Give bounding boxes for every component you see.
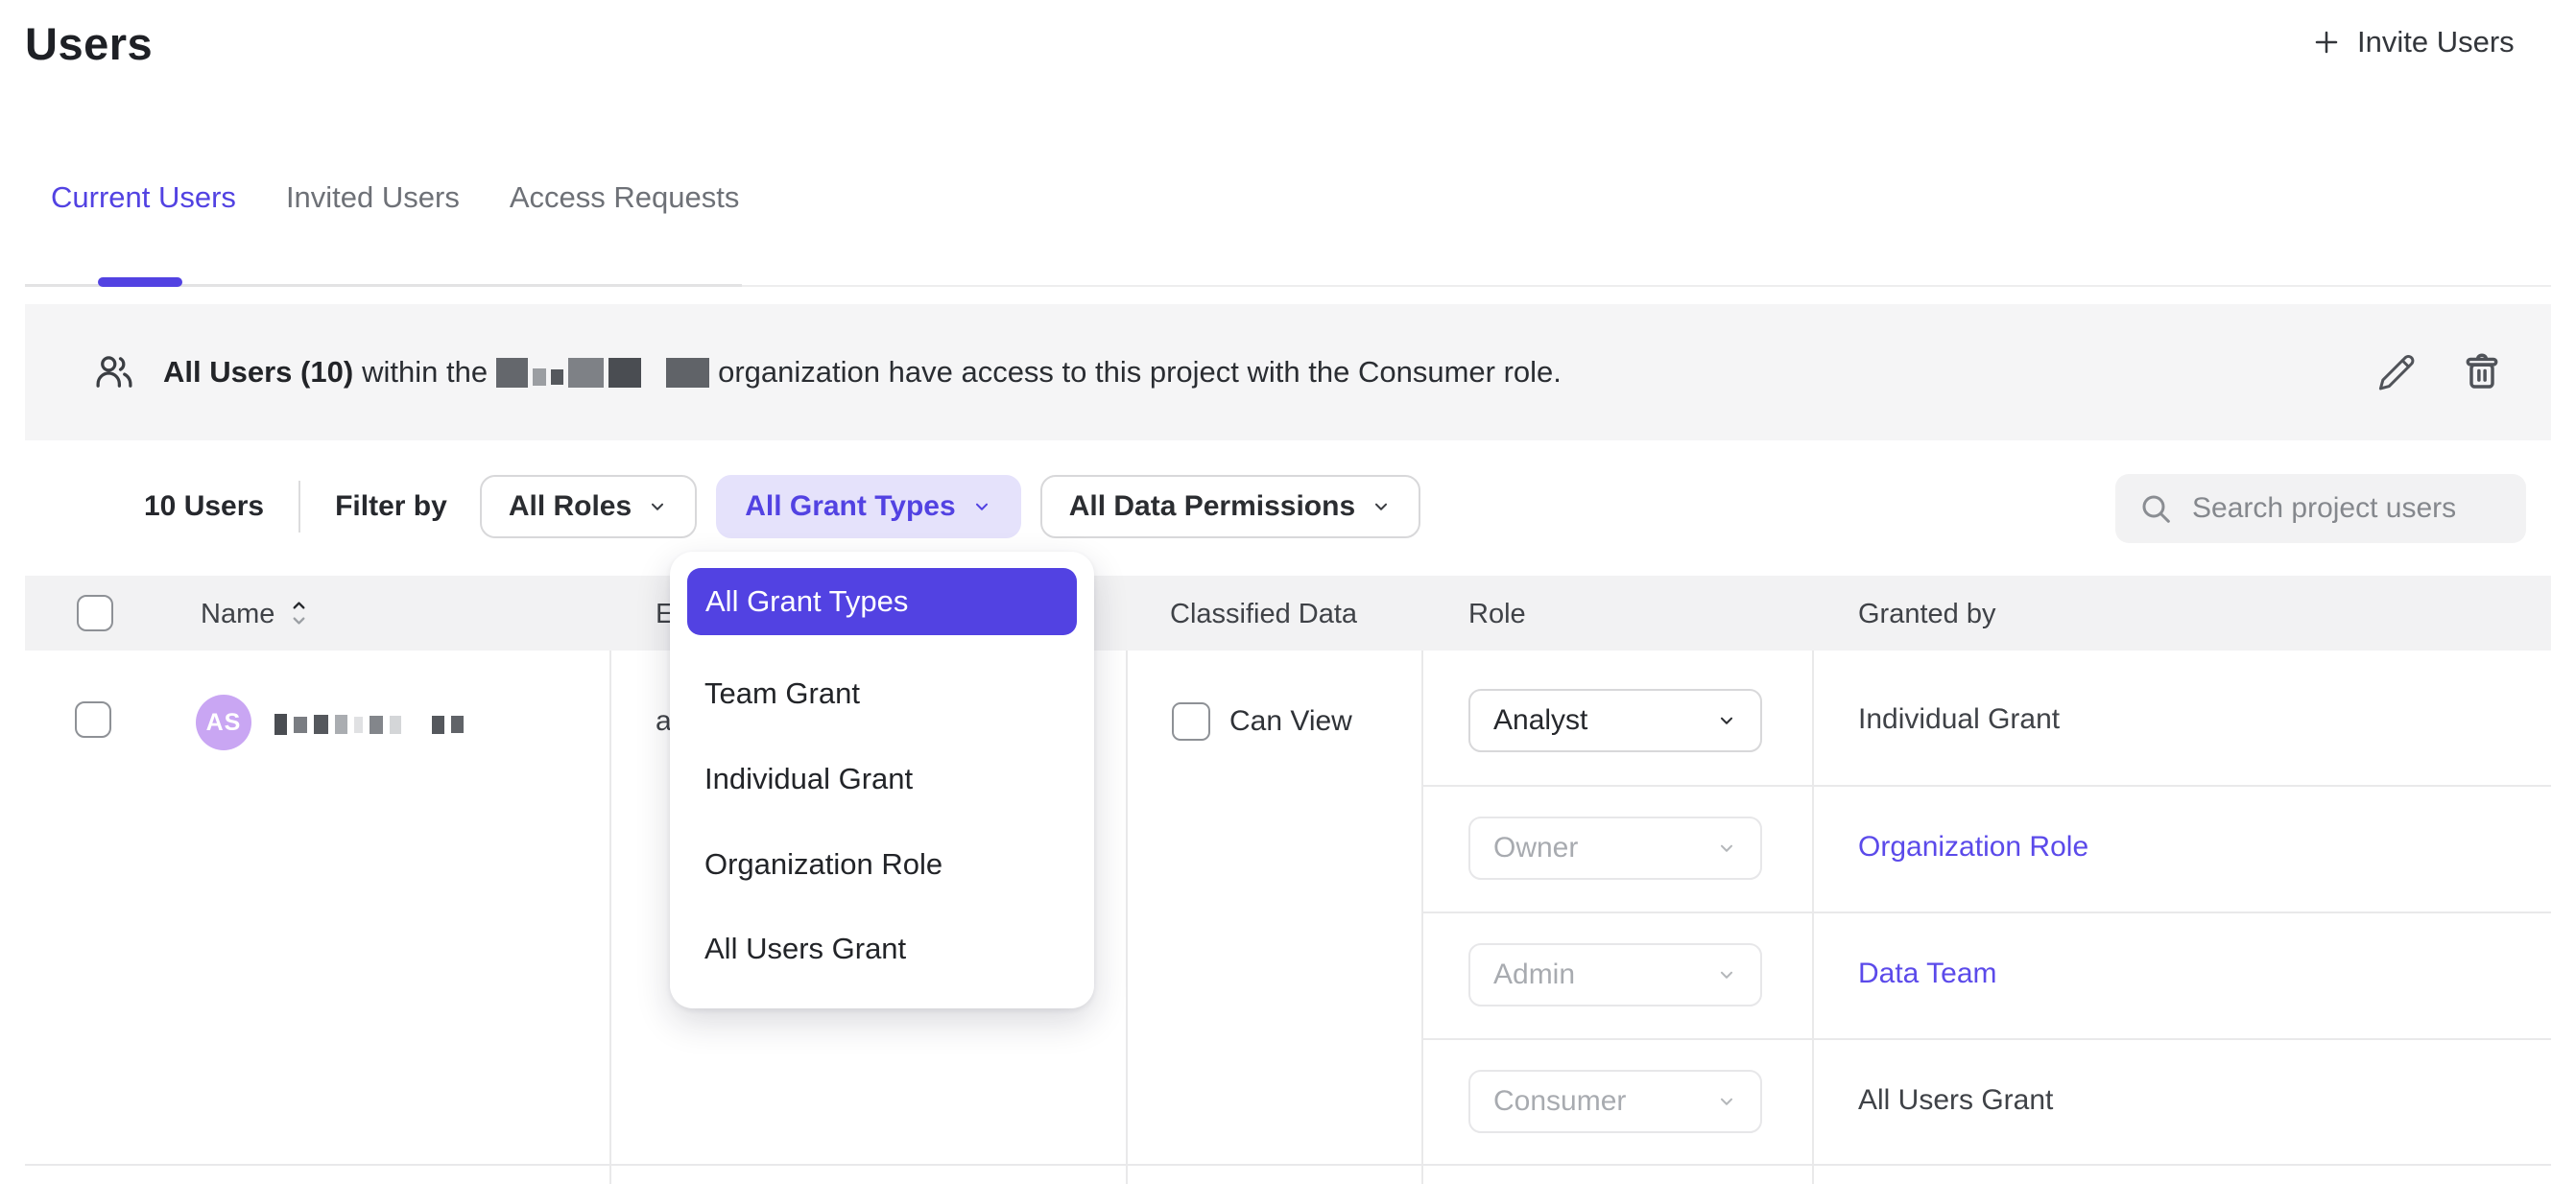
filter-divider: [298, 481, 300, 533]
role-select-admin[interactable]: Admin: [1468, 943, 1762, 1006]
avatar-initials: AS: [206, 709, 242, 737]
grant-row-separator: [1421, 912, 2551, 913]
tab-current-users[interactable]: Current Users: [51, 180, 236, 215]
menu-item-individual-grant[interactable]: Individual Grant: [704, 762, 913, 796]
pencil-icon: [2376, 352, 2417, 392]
redacted-organization-name: [496, 358, 709, 388]
edit-all-users-button[interactable]: [2371, 346, 2422, 398]
chevron-down-icon: [1716, 1091, 1737, 1112]
column-header-granted-by: Granted by: [1858, 599, 1995, 630]
all-roles-filter[interactable]: All Roles: [480, 475, 697, 538]
can-view-label: Can View: [1229, 705, 1352, 738]
avatar: AS: [196, 695, 251, 750]
search-project-users: [2115, 474, 2526, 543]
grant-row-separator: [1421, 785, 2551, 787]
page-title: Users: [25, 17, 153, 70]
role-select-value: Admin: [1493, 959, 1575, 991]
invite-users-button[interactable]: Invite Users: [2311, 25, 2515, 59]
tab-bar: Current Users Invited Users Access Reque…: [51, 180, 739, 215]
role-select-owner[interactable]: Owner: [1468, 817, 1762, 880]
banner-bold-text: All Users (10): [163, 355, 353, 390]
chevron-down-icon: [647, 496, 668, 517]
users-page: Users Invite Users Current Users Invited…: [0, 0, 2576, 1184]
invite-users-label: Invite Users: [2357, 25, 2515, 59]
trash-icon: [2461, 351, 2503, 393]
grant-row-separator: [1421, 1038, 2551, 1040]
grant-types-dropdown-menu: All Grant Types Team Grant Individual Gr…: [670, 552, 1094, 1008]
column-divider: [1812, 651, 1814, 1184]
user-count: 10 Users: [144, 490, 264, 523]
search-input[interactable]: [2192, 492, 2563, 525]
menu-item-team-grant[interactable]: Team Grant: [704, 676, 860, 711]
menu-item-all-grant-types[interactable]: All Grant Types: [687, 568, 1077, 635]
column-header-name: Name: [201, 599, 274, 630]
all-data-permissions-filter[interactable]: All Data Permissions: [1040, 475, 1420, 538]
chevron-down-icon: [1716, 964, 1737, 985]
granted-by-value: All Users Grant: [1858, 1084, 2053, 1117]
filter-row: 10 Users Filter by All Roles All Grant T…: [144, 472, 1420, 541]
menu-item-all-users-grant[interactable]: All Users Grant: [704, 932, 906, 966]
user-row-separator: [25, 1164, 2551, 1166]
users-icon: [92, 350, 136, 394]
all-data-permissions-label: All Data Permissions: [1069, 490, 1355, 523]
delete-all-users-button[interactable]: [2455, 345, 2509, 399]
role-select-consumer[interactable]: Consumer: [1468, 1070, 1762, 1133]
all-roles-label: All Roles: [509, 490, 632, 523]
role-select-value: Consumer: [1493, 1085, 1626, 1118]
role-select-value: Owner: [1493, 832, 1578, 864]
all-grant-types-label: All Grant Types: [745, 490, 956, 523]
chevron-down-icon: [1371, 496, 1392, 517]
column-divider: [609, 651, 611, 1184]
column-divider: [1126, 651, 1128, 1184]
banner-text-post: organization have access to this project…: [718, 355, 1562, 390]
all-grant-types-filter[interactable]: All Grant Types: [716, 475, 1021, 538]
granted-by-value: Individual Grant: [1858, 703, 2060, 736]
tab-invited-users[interactable]: Invited Users: [286, 180, 460, 215]
banner-text-pre: within the: [362, 355, 488, 390]
role-select-value: Analyst: [1493, 704, 1587, 737]
sort-name-control[interactable]: [288, 597, 310, 629]
select-all-checkbox[interactable]: [77, 595, 113, 631]
column-header-classified-data: Classified Data: [1170, 599, 1357, 630]
column-header-role: Role: [1468, 599, 1526, 630]
chevron-down-icon: [1716, 710, 1737, 731]
plus-icon: [2311, 27, 2342, 58]
chevron-down-icon: [971, 496, 992, 517]
row-checkbox[interactable]: [75, 701, 111, 738]
search-icon: [2136, 489, 2175, 528]
filter-by-label: Filter by: [335, 490, 447, 523]
role-select-analyst[interactable]: Analyst: [1468, 689, 1762, 752]
column-divider: [1421, 651, 1423, 1184]
granted-by-link[interactable]: Organization Role: [1858, 831, 2088, 864]
all-users-banner: All Users (10) within the organization h…: [25, 304, 2551, 440]
tab-access-requests[interactable]: Access Requests: [510, 180, 740, 215]
menu-item-organization-role[interactable]: Organization Role: [704, 847, 942, 882]
granted-by-link[interactable]: Data Team: [1858, 958, 1997, 990]
chevron-down-icon: [1716, 838, 1737, 859]
active-tab-indicator: [98, 277, 182, 287]
redacted-user-name: [274, 714, 464, 735]
can-view-checkbox[interactable]: [1172, 702, 1210, 741]
